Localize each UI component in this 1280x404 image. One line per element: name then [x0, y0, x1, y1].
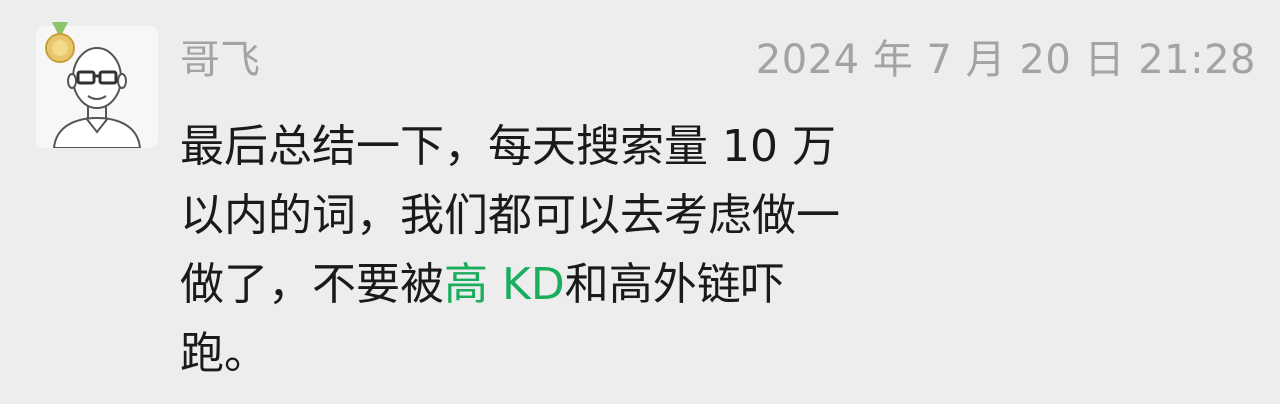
message-text: 最后总结一下，每天搜索量 10 万 以内的词，我们都可以去考虑做一 做了，不要被…: [180, 112, 940, 388]
sender-name: 哥飞: [180, 37, 260, 83]
chat-message: 哥飞 2024 年 7 月 20 日 21:28 最后总结一下，每天搜索量 10…: [0, 0, 1280, 404]
message-line: 最后总结一下，每天搜索量 10 万: [180, 121, 836, 172]
message-timestamp: 2024 年 7 月 20 日 21:28: [755, 37, 1256, 83]
gold-medal-badge-icon: [40, 22, 80, 70]
message-text-fragment: 做了，不要被: [180, 259, 444, 310]
message-line: 跑。: [180, 328, 268, 379]
message-line: 做了，不要被高 KD和高外链吓: [180, 250, 940, 319]
message-text-fragment: 和高外链吓: [564, 259, 785, 310]
highlighted-keyword-link[interactable]: 高 KD: [444, 259, 565, 310]
message-line: 以内的词，我们都可以去考虑做一: [180, 190, 840, 241]
